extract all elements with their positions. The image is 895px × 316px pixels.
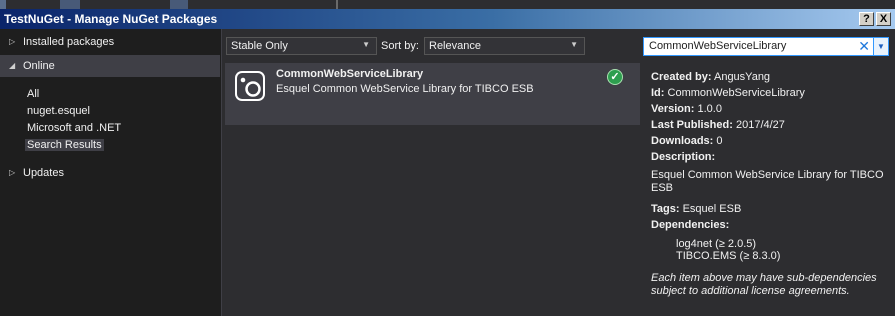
description-label: Description: bbox=[651, 151, 716, 163]
window-title: TestNuGet - Manage NuGet Packages bbox=[4, 12, 218, 26]
created-by-label: Created by: bbox=[651, 71, 712, 83]
nav-source-search-results[interactable]: Search Results bbox=[25, 139, 104, 151]
id-value: CommonWebServiceLibrary bbox=[667, 87, 805, 99]
clear-search-icon[interactable]: ✕ bbox=[858, 38, 870, 55]
last-published-label: Last Published: bbox=[651, 119, 733, 131]
sort-by-label: Sort by: bbox=[381, 40, 419, 52]
close-button[interactable]: X bbox=[876, 12, 891, 26]
package-name: CommonWebServiceLibrary bbox=[276, 68, 424, 80]
version-label: Version: bbox=[651, 103, 695, 115]
nav-online-label: Online bbox=[23, 60, 55, 72]
nav-online[interactable]: ◢ Online bbox=[0, 55, 220, 77]
expand-arrow-icon: ▷ bbox=[9, 37, 16, 46]
sort-by-dropdown[interactable]: Relevance ▼ bbox=[424, 37, 585, 55]
title-bar: TestNuGet - Manage NuGet Packages ? X bbox=[0, 9, 895, 29]
background-window-strip bbox=[0, 0, 895, 9]
search-options-dropdown[interactable]: ▼ bbox=[873, 38, 888, 55]
downloads-label: Downloads: bbox=[651, 135, 714, 147]
nav-installed-label: Installed packages bbox=[23, 36, 115, 48]
search-input[interactable]: CommonWebServiceLibrary ✕ ▼ bbox=[643, 37, 889, 56]
nav-updates[interactable]: ▷ Updates bbox=[0, 162, 220, 184]
sidebar: ▷ Installed packages ◢ Online All nuget.… bbox=[0, 29, 222, 316]
created-by-value: AngusYang bbox=[713, 71, 771, 83]
nav-installed-packages[interactable]: ▷ Installed packages bbox=[0, 31, 220, 53]
nav-source-microsoft[interactable]: Microsoft and .NET bbox=[27, 122, 121, 134]
tags-value: Esquel ESB bbox=[682, 203, 742, 215]
version-value: 1.0.0 bbox=[697, 103, 722, 115]
package-list-item[interactable]: CommonWebServiceLibrary Esquel Common We… bbox=[225, 63, 640, 125]
dependency-note-line-1: Each item above may have sub-dependencie… bbox=[651, 272, 877, 284]
tags-label: Tags: bbox=[651, 203, 680, 215]
release-filter-dropdown[interactable]: Stable Only ▼ bbox=[226, 37, 377, 55]
help-button[interactable]: ? bbox=[859, 12, 874, 26]
last-published-value: 2017/4/27 bbox=[735, 119, 785, 131]
dependency-note-line-2: subject to additional license agreements… bbox=[651, 285, 850, 297]
dependencies-label: Dependencies: bbox=[651, 219, 730, 231]
package-list: CommonWebServiceLibrary Esquel Common We… bbox=[225, 60, 640, 316]
release-filter-value: Stable Only bbox=[231, 40, 288, 52]
dependency-item: log4net (≥ 2.0.5) bbox=[676, 238, 757, 250]
package-description: Esquel Common WebService Library for TIB… bbox=[276, 83, 534, 95]
description-line-1: Esquel Common WebService Library for TIB… bbox=[651, 169, 884, 181]
expand-arrow-icon: ▷ bbox=[9, 168, 16, 177]
collapse-arrow-icon: ◢ bbox=[9, 61, 16, 70]
package-icon bbox=[235, 71, 265, 101]
description-line-2: ESB bbox=[651, 182, 674, 194]
nav-source-all[interactable]: All bbox=[27, 88, 39, 100]
installed-check-icon: ✓ bbox=[607, 69, 623, 85]
chevron-down-icon: ▼ bbox=[362, 40, 370, 49]
sort-by-value: Relevance bbox=[429, 40, 481, 52]
dependency-item: TIBCO.EMS (≥ 8.3.0) bbox=[676, 250, 781, 262]
chevron-down-icon: ▼ bbox=[570, 40, 578, 49]
downloads-value: 0 bbox=[716, 135, 723, 147]
search-text: CommonWebServiceLibrary bbox=[649, 40, 787, 52]
id-label: Id: bbox=[651, 87, 665, 99]
nav-updates-label: Updates bbox=[23, 167, 64, 179]
nav-source-nuget-esquel[interactable]: nuget.esquel bbox=[27, 105, 90, 117]
